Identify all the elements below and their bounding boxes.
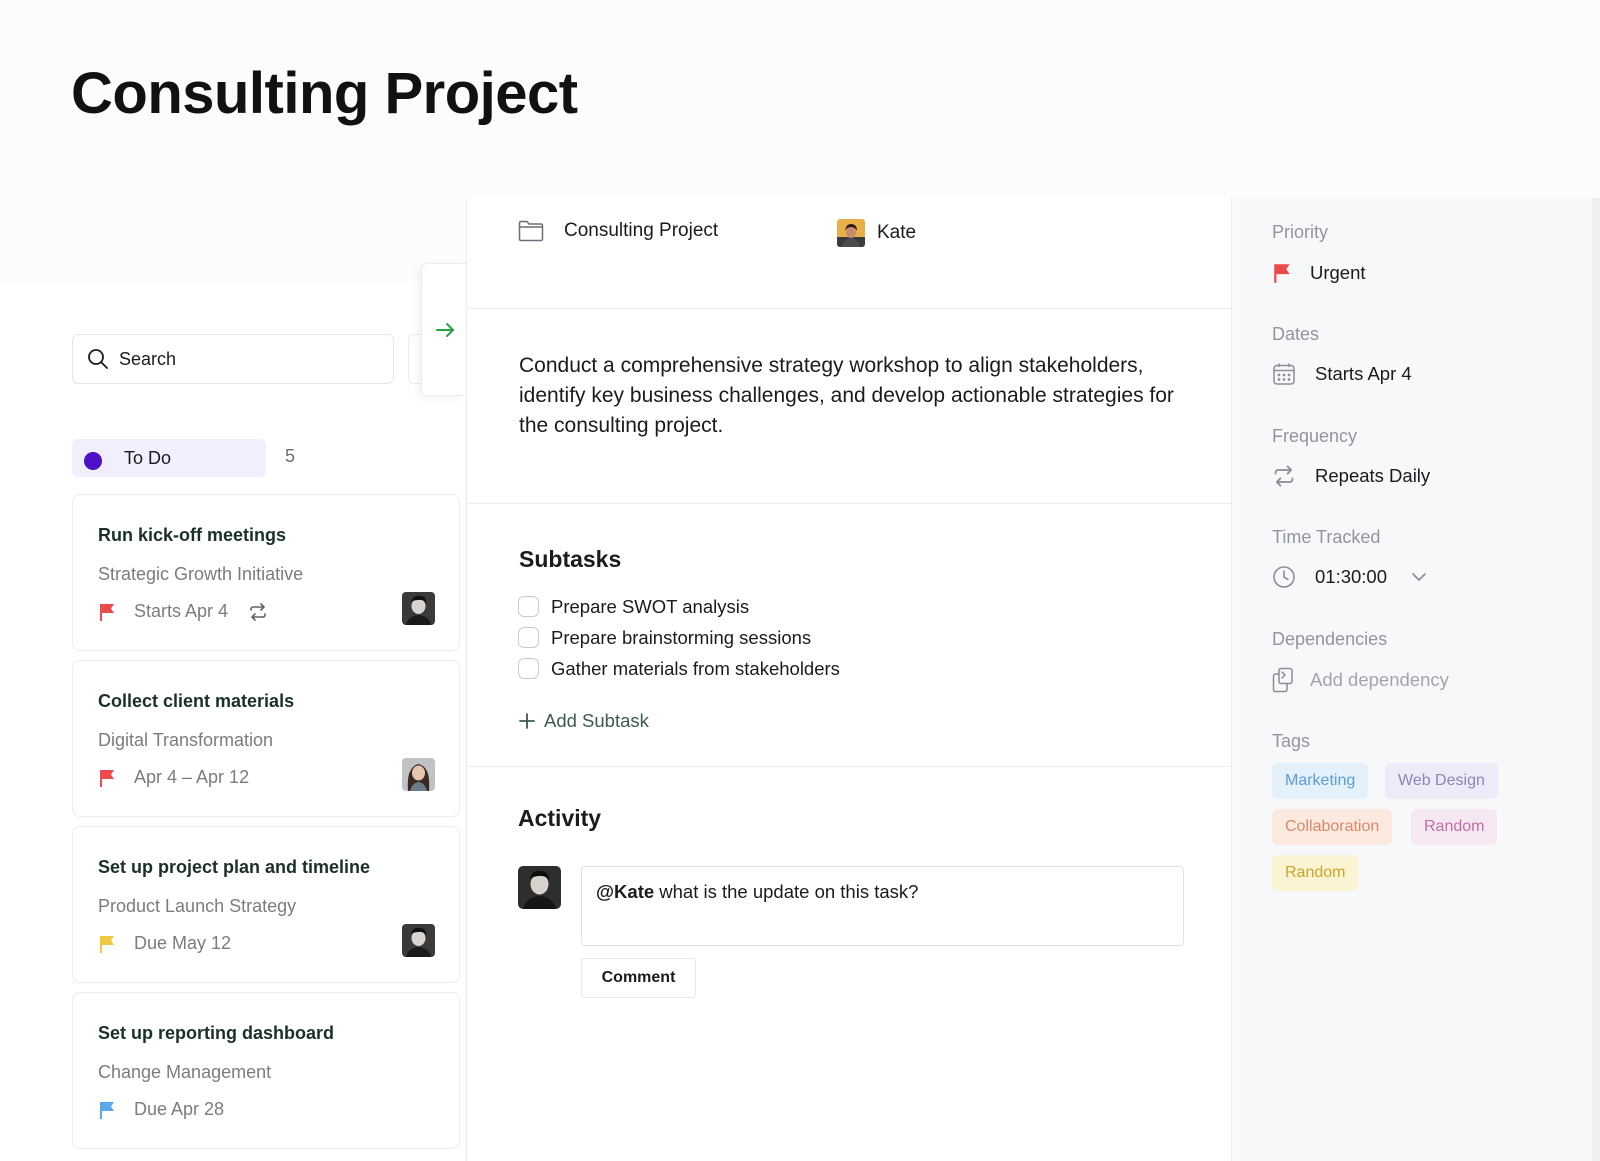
- comment-input[interactable]: @Kate what is the update on this task?: [581, 866, 1184, 946]
- frequency-value: Repeats Daily: [1315, 465, 1431, 486]
- woman-portrait-avatar: [402, 758, 435, 791]
- red-flag-icon: [98, 768, 118, 788]
- status-dot-icon: [84, 452, 102, 470]
- add-subtask-label: Add Subtask: [544, 710, 649, 731]
- task-title: Run kick-off meetings: [98, 525, 287, 545]
- frequency-label: Frequency: [1272, 426, 1358, 446]
- dates-value: Starts Apr 4: [1315, 363, 1412, 384]
- subtask-checkbox[interactable]: [518, 596, 539, 617]
- comment-button[interactable]: Comment: [581, 958, 696, 998]
- blue-flag-icon: [98, 1100, 118, 1120]
- clock-icon: [1272, 565, 1296, 589]
- task-project: Product Launch Strategy: [98, 896, 297, 916]
- task-project: Strategic Growth Initiative: [98, 564, 304, 584]
- time-tracked-value: 01:30:00: [1315, 566, 1388, 587]
- task-date: Starts Apr 4: [134, 601, 229, 621]
- task-list-panel: Search To Do 5 Run kick-off meetings Str…: [0, 282, 465, 1161]
- dependencies-label: Dependencies: [1272, 629, 1388, 649]
- task-card[interactable]: Set up project plan and timeline Product…: [72, 826, 460, 983]
- plus-icon: [519, 713, 535, 729]
- comment-mention: @Kate: [596, 881, 655, 902]
- time-tracked-label: Time Tracked: [1272, 527, 1381, 547]
- arrow-right-icon: [434, 319, 456, 341]
- task-date: Due May 12: [134, 933, 232, 953]
- folder-icon: [518, 220, 544, 242]
- red-flag-icon: [98, 602, 118, 622]
- task-date: Apr 4 – Apr 12: [134, 767, 250, 787]
- frequency-field[interactable]: Repeats Daily: [1272, 464, 1430, 488]
- properties-panel: Priority Urgent Dates Starts Apr 4 Frequ…: [1233, 198, 1600, 1161]
- assignee-name: Kate: [877, 222, 917, 243]
- subtask-label: Prepare brainstorming sessions: [551, 626, 812, 648]
- expand-panel-button[interactable]: [421, 263, 467, 396]
- task-date: Due Apr 28: [134, 1099, 225, 1119]
- task-card[interactable]: Set up reporting dashboard Change Manage…: [72, 992, 460, 1149]
- status-group-count: 5: [285, 446, 296, 466]
- priority-field[interactable]: Urgent: [1272, 262, 1366, 284]
- tag-random[interactable]: Random: [1411, 809, 1498, 845]
- status-group-label: To Do: [124, 447, 172, 468]
- task-project: Change Management: [98, 1062, 272, 1082]
- search-input[interactable]: Search: [72, 334, 394, 384]
- search-icon: [87, 348, 109, 370]
- subtasks-heading: Subtasks: [519, 546, 622, 572]
- subtask-label: Prepare SWOT analysis: [551, 595, 750, 617]
- subtask-checkbox[interactable]: [518, 658, 539, 679]
- subtask-item: Gather materials from stakeholders: [518, 653, 840, 684]
- commenter-avatar: [518, 866, 561, 909]
- kate-avatar: [837, 219, 865, 247]
- page-title: Consulting Project: [71, 61, 578, 126]
- task-title: Set up project plan and timeline: [98, 857, 371, 877]
- subtask-item: Prepare brainstorming sessions: [518, 622, 840, 653]
- tag-web-design[interactable]: Web Design: [1385, 763, 1498, 799]
- task-card[interactable]: Collect client materials Digital Transfo…: [72, 660, 460, 817]
- time-tracked-field[interactable]: 01:30:00: [1272, 565, 1427, 589]
- task-title: Collect client materials: [98, 691, 295, 711]
- yellow-flag-icon: [98, 934, 118, 954]
- tag-marketing[interactable]: Marketing: [1272, 763, 1369, 799]
- add-dependency-label: Add dependency: [1310, 669, 1449, 690]
- add-dependency-button[interactable]: Add dependency: [1272, 667, 1449, 693]
- subtask-label: Gather materials from stakeholders: [551, 657, 840, 679]
- comment-text: what is the update on this task?: [654, 881, 919, 902]
- search-placeholder: Search: [119, 348, 177, 369]
- subtask-item: Prepare SWOT analysis: [518, 591, 840, 622]
- priority-label: Priority: [1272, 222, 1329, 242]
- repeat-icon: [248, 602, 268, 622]
- priority-value: Urgent: [1310, 262, 1366, 283]
- dependency-icon: [1272, 667, 1294, 693]
- project-breadcrumb[interactable]: Consulting Project: [518, 220, 718, 242]
- man-portrait-avatar: [402, 924, 435, 957]
- task-detail-panel: Consulting Project Kate Conduct a compre…: [466, 198, 1232, 1161]
- tag-random[interactable]: Random: [1272, 855, 1359, 891]
- task-project: Digital Transformation: [98, 730, 274, 750]
- tag-collaboration[interactable]: Collaboration: [1272, 809, 1393, 845]
- chevron-down-icon[interactable]: [1411, 571, 1427, 583]
- project-breadcrumb-label: Consulting Project: [564, 220, 719, 241]
- man-portrait-avatar: [402, 592, 435, 625]
- panel-edge: [1592, 198, 1600, 1161]
- task-title: Set up reporting dashboard: [98, 1023, 335, 1043]
- add-subtask-button[interactable]: Add Subtask: [519, 710, 649, 732]
- red-flag-icon: [1272, 262, 1294, 284]
- status-group-todo[interactable]: To Do: [72, 439, 266, 477]
- activity-heading: Activity: [518, 805, 602, 831]
- dates-field[interactable]: Starts Apr 4: [1272, 362, 1412, 386]
- subtask-checkbox[interactable]: [518, 627, 539, 648]
- calendar-icon: [1272, 362, 1296, 386]
- task-description[interactable]: Conduct a comprehensive strategy worksho…: [519, 351, 1191, 441]
- task-card[interactable]: Run kick-off meetings Strategic Growth I…: [72, 494, 460, 651]
- assignee-field[interactable]: Kate: [837, 219, 916, 247]
- repeat-icon: [1272, 464, 1296, 488]
- dates-label: Dates: [1272, 324, 1320, 344]
- subtask-list: Prepare SWOT analysis Prepare brainstorm…: [518, 591, 840, 684]
- tags-label: Tags: [1272, 731, 1311, 751]
